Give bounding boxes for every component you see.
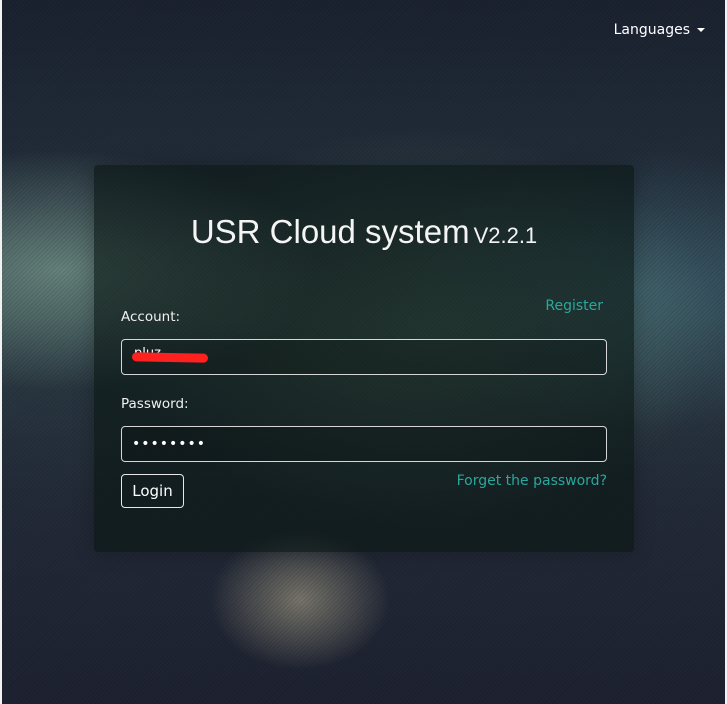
- password-input[interactable]: ••••••••: [121, 426, 607, 462]
- redaction-mark: [131, 352, 209, 363]
- window-edge-left: [0, 0, 2, 704]
- login-page: Languages USR Cloud system V2.2.1 Registe…: [0, 0, 727, 704]
- app-title: USR Cloud system: [190, 213, 470, 250]
- forgot-password-link[interactable]: Forget the password?: [457, 473, 607, 489]
- page-title: USR Cloud system V2.2.1: [94, 213, 634, 251]
- register-link[interactable]: Register: [545, 298, 603, 314]
- login-panel: USR Cloud system V2.2.1 Register Account:…: [94, 165, 634, 552]
- languages-label: Languages: [613, 22, 690, 38]
- account-input[interactable]: pluz: [121, 339, 607, 375]
- caret-down-icon: [697, 28, 705, 32]
- languages-dropdown[interactable]: Languages: [614, 22, 705, 38]
- password-label: Password:: [121, 396, 189, 412]
- account-label: Account:: [121, 309, 181, 325]
- login-button[interactable]: Login: [121, 474, 184, 508]
- password-value: ••••••••: [132, 436, 207, 452]
- app-version: V2.2.1: [473, 223, 538, 248]
